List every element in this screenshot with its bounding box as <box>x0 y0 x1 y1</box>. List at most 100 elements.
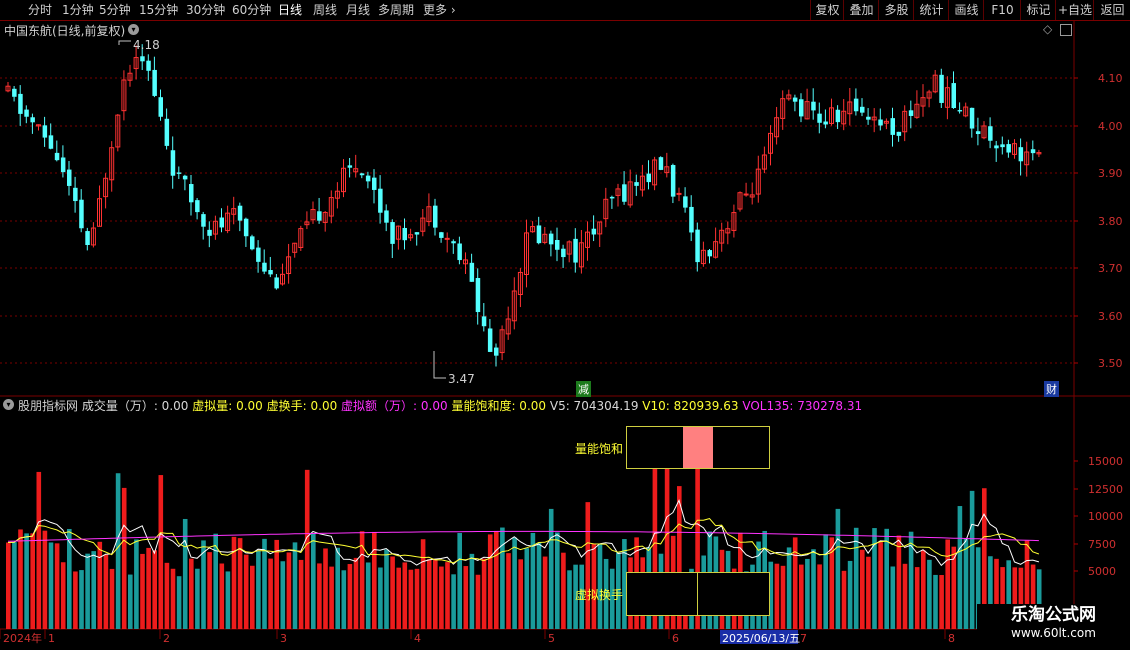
candle-body-down <box>268 270 273 275</box>
volume-bar <box>304 469 310 629</box>
candle-body-down <box>146 60 151 71</box>
volume-bar <box>902 563 908 629</box>
toolbar-button-6[interactable]: 标记 <box>1020 0 1056 20</box>
volume-bar <box>457 533 462 629</box>
period-tab-3[interactable]: 15分钟 <box>139 2 178 18</box>
indicator-title[interactable]: 股朋指标网 <box>18 399 82 413</box>
candle-body-down <box>30 117 35 123</box>
candle-body-up <box>444 237 450 240</box>
period-tab-0[interactable]: 分时 <box>28 2 52 18</box>
reduce-badge[interactable]: 减 <box>576 381 591 397</box>
candle-body-down <box>243 218 249 237</box>
volume-bar <box>469 553 475 629</box>
period-tab-8[interactable]: 月线 <box>346 2 370 18</box>
volume-bar <box>408 569 414 629</box>
volume-bar <box>518 559 523 629</box>
volume-bar <box>85 553 90 629</box>
candle-body-down <box>622 184 627 202</box>
candle-body-down <box>384 210 389 223</box>
volume-axis-label: 10000 <box>1088 510 1123 523</box>
toolbar-button-2[interactable]: 多股 <box>878 0 914 20</box>
date-label: 7 <box>800 632 807 645</box>
indicator-value-7: VOL135: 730278.31 <box>742 399 863 413</box>
candle-body-down <box>609 196 615 199</box>
period-tab-5[interactable]: 60分钟 <box>232 2 271 18</box>
virtual-turnover-box <box>626 572 770 616</box>
toolbar-button-4[interactable]: 画线 <box>948 0 984 20</box>
saturation-fill <box>683 427 713 468</box>
candle-body-down <box>451 241 456 244</box>
candle-body-down <box>439 232 444 238</box>
indicator-menu-icon[interactable]: ▾ <box>3 399 14 410</box>
dropdown-circle-icon[interactable]: ▾ <box>128 24 139 35</box>
volume-bar <box>140 553 145 629</box>
candle-body-down <box>658 157 664 170</box>
candle-body-down <box>683 196 688 208</box>
candle-body-down <box>646 173 651 183</box>
date-label: 4 <box>414 632 421 645</box>
volume-bar <box>189 558 194 629</box>
indicator-value-6: V10: 820939.63 <box>642 399 743 413</box>
candle-body-down <box>18 93 23 114</box>
candle-body-down <box>890 118 895 135</box>
date-label: 6 <box>672 632 679 645</box>
toolbar-button-7[interactable]: +自选 <box>1055 0 1094 20</box>
volume-bar <box>786 547 792 629</box>
high-marker <box>118 40 131 45</box>
candle-body-down <box>561 248 566 258</box>
candle-body-down <box>189 184 194 203</box>
volume-bar <box>170 568 176 629</box>
toolbar-button-3[interactable]: 统计 <box>913 0 949 20</box>
candle-body-down <box>237 205 243 221</box>
candle-body-down <box>481 316 487 327</box>
candle-body-down <box>860 106 865 113</box>
volume-bar <box>847 560 853 629</box>
candle-body-down <box>695 229 700 263</box>
finance-badge[interactable]: 财 <box>1044 381 1059 397</box>
stock-title[interactable]: 中国东航(日线,前复权) <box>4 22 125 39</box>
candle-body-down <box>817 113 822 123</box>
period-tab-4[interactable]: 30分钟 <box>186 2 225 18</box>
period-tab-9[interactable]: 多周期 <box>378 2 414 18</box>
candle-body-down <box>433 205 438 228</box>
candle-body-down <box>799 99 804 117</box>
saturation-box <box>626 426 770 469</box>
period-tab-1[interactable]: 1分钟 <box>62 2 94 18</box>
toolbar-button-5[interactable]: F10 <box>983 0 1021 20</box>
candle-body-down <box>182 175 188 180</box>
volume-bar <box>884 528 889 629</box>
period-tab-10[interactable]: 更多 › <box>423 2 456 18</box>
period-tab-2[interactable]: 5分钟 <box>99 2 131 18</box>
volume-bar <box>939 575 944 629</box>
volume-bar <box>42 530 48 629</box>
volume-bar <box>219 563 225 629</box>
volume-bar <box>963 538 969 629</box>
volume-bar <box>542 556 548 629</box>
toolbar-button-1[interactable]: 叠加 <box>843 0 879 20</box>
volume-bar <box>494 530 499 629</box>
candle-body-down <box>60 157 66 173</box>
toolbar-button-0[interactable]: 复权 <box>810 0 844 20</box>
candle-body-down <box>853 98 859 112</box>
volume-bar <box>823 534 828 629</box>
volume-bars[interactable] <box>6 455 1042 629</box>
low-marker <box>433 351 446 379</box>
volume-bar <box>512 537 517 629</box>
toolbar-button-8[interactable]: 返回 <box>1093 0 1130 20</box>
candle-body-down <box>1018 147 1024 162</box>
diamond-icon[interactable]: ◇ <box>1043 22 1052 36</box>
date-label: 1 <box>48 632 55 645</box>
candle-body-down <box>158 97 163 117</box>
period-tab-6[interactable]: 日线 <box>278 2 302 18</box>
volume-bar <box>835 508 841 629</box>
low-price-label: 3.47 <box>448 372 475 386</box>
volume-bar <box>207 552 212 629</box>
volume-bar <box>97 541 103 629</box>
candle-body-down <box>201 214 206 227</box>
panel-toggle-icon[interactable] <box>1060 24 1072 36</box>
price-axis-label: 3.90 <box>1098 167 1123 180</box>
candle-body-down <box>317 211 322 221</box>
period-tab-7[interactable]: 周线 <box>313 2 337 18</box>
volume-bar <box>439 566 444 629</box>
candlestick-chart[interactable] <box>5 40 1042 379</box>
